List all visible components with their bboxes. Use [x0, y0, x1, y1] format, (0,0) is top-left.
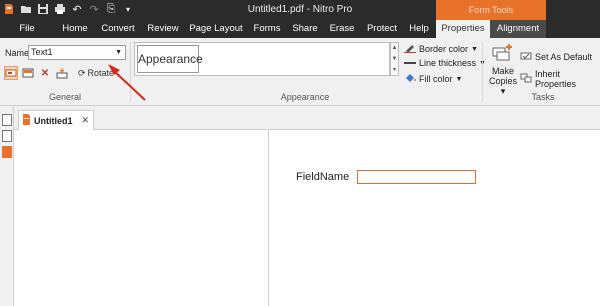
attachments-panel-icon[interactable]	[2, 146, 12, 158]
form-tools-context-label: Form Tools	[436, 0, 546, 20]
form-field-icon[interactable]	[21, 66, 35, 80]
left-side-panel	[0, 106, 14, 306]
tab-review[interactable]: Review	[144, 20, 182, 38]
tab-alignment[interactable]: Alignment	[490, 20, 546, 38]
inherit-properties-label: Inherit Properties	[535, 69, 577, 89]
name-dropdown-value: Text1	[31, 47, 53, 57]
rotate-label: Rotate	[87, 68, 115, 78]
chevron-down-icon: ▼	[455, 75, 463, 83]
tab-properties[interactable]: Properties	[436, 20, 490, 38]
fill-color-icon	[404, 73, 416, 85]
delete-icon[interactable]: ✕	[38, 66, 52, 80]
appearance-gallery: Appearance	[134, 42, 390, 76]
line-thickness-button[interactable]: Line thickness ▼	[404, 58, 486, 68]
tab-file[interactable]: File	[12, 20, 42, 38]
tab-erase[interactable]: Erase	[326, 20, 358, 38]
chevron-down-icon: ▼	[115, 49, 122, 56]
bookmarks-panel-icon[interactable]	[2, 130, 12, 142]
set-default-icon	[520, 51, 532, 63]
make-copies-label-1: Make	[491, 66, 514, 76]
set-as-default-label: Set As Default	[535, 52, 593, 62]
chevron-down-icon: ▼	[471, 45, 478, 53]
form-field-label: FieldName	[296, 171, 350, 183]
tab-order-icon[interactable]	[55, 66, 69, 80]
make-copies-button[interactable]: Make Copies ▾	[486, 42, 520, 96]
name-dropdown[interactable]: Text1 ▼	[28, 45, 126, 60]
set-as-default-button[interactable]: Set As Default	[520, 51, 592, 63]
rotate-icon: ⟳	[78, 67, 86, 78]
group-label-general: General	[48, 92, 82, 102]
inherit-properties-button[interactable]: Inherit Properties	[520, 69, 600, 89]
inherit-properties-icon	[520, 73, 532, 85]
fill-color-label: Fill color	[419, 74, 453, 84]
document-tab-untitled1[interactable]: Untitled1 ✕	[18, 110, 94, 130]
rotate-button[interactable]: ⟳ Rotate	[78, 68, 114, 79]
ribbon: Name: Text1 ▼ ✕ ⟳ Rotate General Appeara…	[0, 38, 600, 106]
group-label-appearance: Appearance	[280, 92, 330, 102]
pages-panel-icon[interactable]	[2, 114, 12, 126]
pdf-file-icon	[22, 114, 31, 127]
border-color-button[interactable]: Border color ▼	[404, 43, 478, 55]
document-tabs: Untitled1 ✕	[0, 106, 600, 130]
gallery-expand-icon[interactable]: ▾	[391, 65, 398, 76]
tab-page-layout[interactable]: Page Layout	[188, 20, 244, 38]
make-copies-label-2: Copies ▾	[488, 76, 517, 96]
line-thickness-icon	[404, 62, 416, 64]
text-form-field[interactable]	[357, 170, 476, 184]
scroll-up-icon[interactable]: ▲	[391, 43, 398, 54]
tab-help[interactable]: Help	[404, 20, 434, 38]
general-tool-row: ✕ ⟳ Rotate	[4, 66, 114, 80]
border-color-label: Border color	[419, 44, 469, 54]
border-color-icon	[404, 43, 416, 55]
title-bar: ↶ ↷ ⎘ ▾ Untitled1.pdf - Nitro Pro Form T…	[0, 0, 600, 20]
appearance-style-item[interactable]: Appearance	[137, 45, 203, 73]
tab-protect[interactable]: Protect	[362, 20, 402, 38]
make-copies-icon	[491, 42, 515, 64]
tab-share[interactable]: Share	[288, 20, 322, 38]
ribbon-separator	[482, 42, 483, 102]
ribbon-separator	[130, 42, 131, 102]
fill-color-button[interactable]: Fill color ▼	[404, 73, 462, 85]
tab-forms[interactable]: Forms	[250, 20, 284, 38]
group-label-tasks: Tasks	[531, 92, 555, 102]
line-thickness-label: Line thickness	[419, 58, 477, 68]
scroll-down-icon[interactable]: ▼	[391, 54, 398, 65]
pdf-page	[268, 130, 600, 306]
appearance-gallery-scroll[interactable]: ▲ ▼ ▾	[390, 42, 399, 76]
ribbon-tabbar: File Home Convert Review Page Layout For…	[0, 20, 600, 38]
field-type-icon[interactable]	[4, 66, 18, 80]
tab-convert[interactable]: Convert	[98, 20, 138, 38]
tab-home[interactable]: Home	[58, 20, 92, 38]
close-icon[interactable]: ✕	[81, 115, 89, 126]
document-tab-label: Untitled1	[34, 115, 73, 126]
